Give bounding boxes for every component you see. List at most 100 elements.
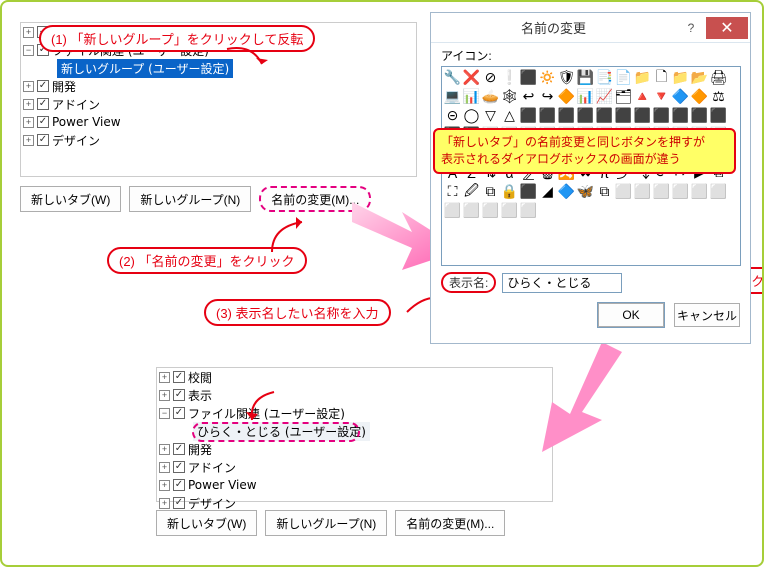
icon-option[interactable]: ⚖ <box>710 88 727 105</box>
tree-row[interactable]: +開発 <box>157 440 552 458</box>
icon-option[interactable]: 🔅 <box>539 69 556 86</box>
icon-option[interactable]: ⬜ <box>520 202 537 219</box>
tree-row[interactable]: −ファイル関連 (ユーザー設定) <box>157 404 552 422</box>
icon-option[interactable]: 🗂 <box>615 88 632 105</box>
help-button[interactable]: ? <box>676 17 706 39</box>
icon-option[interactable]: ⬜ <box>691 183 708 200</box>
icon-option[interactable]: ⬜ <box>615 183 632 200</box>
checkbox[interactable] <box>173 443 185 455</box>
icon-option[interactable]: ⬜ <box>482 202 499 219</box>
icon-option[interactable]: ⬛ <box>691 107 708 124</box>
icon-option[interactable]: ⬛ <box>710 107 727 124</box>
icon-option[interactable]: 🖉 <box>463 183 480 200</box>
icon-option[interactable]: 🔷 <box>558 183 575 200</box>
tree-row[interactable]: +アドイン <box>21 95 416 113</box>
expander-icon[interactable]: + <box>23 135 34 146</box>
icon-option[interactable]: ⧉ <box>482 183 499 200</box>
icon-option[interactable]: ⬜ <box>634 183 651 200</box>
icon-option[interactable]: 🗋 <box>653 69 670 86</box>
display-name-input[interactable] <box>502 273 622 293</box>
icon-option[interactable]: 📑 <box>596 69 613 86</box>
checkbox[interactable] <box>173 479 185 491</box>
tree-row[interactable]: +Power View <box>157 476 552 494</box>
icon-option[interactable]: 📈 <box>596 88 613 105</box>
checkbox[interactable] <box>37 98 49 110</box>
icon-option[interactable]: 🔺 <box>634 88 651 105</box>
icon-option[interactable]: 📄 <box>615 69 632 86</box>
ok-button[interactable]: OK <box>598 303 664 327</box>
tree-row[interactable]: +デザイン <box>21 131 416 149</box>
tree-row[interactable]: +Power View <box>21 113 416 131</box>
expander-icon[interactable]: + <box>23 81 34 92</box>
new-group-button[interactable]: 新しいグループ(N) <box>129 186 251 212</box>
icon-option[interactable]: ⬛ <box>577 107 594 124</box>
checkbox[interactable] <box>173 389 185 401</box>
icon-option[interactable]: 🦋 <box>577 183 594 200</box>
icon-option[interactable]: 🕸 <box>501 88 518 105</box>
icon-option[interactable]: ⧉ <box>596 183 613 200</box>
icon-option[interactable]: ⬛ <box>653 107 670 124</box>
icon-option[interactable]: 🔻 <box>653 88 670 105</box>
icon-option[interactable]: ▽ <box>482 107 499 124</box>
icon-option[interactable]: ❌ <box>463 69 480 86</box>
rename-button[interactable]: 名前の変更(M)... <box>395 510 505 536</box>
icon-option[interactable]: ⬛ <box>520 69 537 86</box>
icon-option[interactable]: 🖨 <box>710 69 727 86</box>
icon-option[interactable]: ⬜ <box>501 202 518 219</box>
checkbox[interactable] <box>173 497 185 509</box>
icon-option[interactable]: 🔒 <box>501 183 518 200</box>
expander-icon[interactable]: + <box>159 444 170 455</box>
icon-option[interactable]: ↩ <box>520 88 537 105</box>
tree-row[interactable]: +アドイン <box>157 458 552 476</box>
icon-option[interactable]: 🔷 <box>672 88 689 105</box>
expander-icon[interactable]: − <box>159 408 170 419</box>
new-group-button[interactable]: 新しいグループ(N) <box>265 510 387 536</box>
new-tab-button[interactable]: 新しいタブ(W) <box>20 186 121 212</box>
expander-icon[interactable]: − <box>23 45 34 56</box>
icon-option[interactable]: ⬛ <box>596 107 613 124</box>
icon-option[interactable]: ⬜ <box>653 183 670 200</box>
icon-option[interactable]: ⬛ <box>520 107 537 124</box>
icon-option[interactable]: 📁 <box>672 69 689 86</box>
icon-option[interactable]: ↪ <box>539 88 556 105</box>
icon-option[interactable]: ⬜ <box>463 202 480 219</box>
expander-icon[interactable]: + <box>23 99 34 110</box>
icon-option[interactable]: ⬛ <box>634 107 651 124</box>
icon-option[interactable]: ⛶ <box>444 183 461 200</box>
icon-option[interactable]: △ <box>501 107 518 124</box>
icon-option[interactable]: 📊 <box>463 88 480 105</box>
checkbox[interactable] <box>37 134 49 146</box>
icon-option[interactable]: ❕ <box>501 69 518 86</box>
checkbox[interactable] <box>173 461 185 473</box>
icon-option[interactable]: ⬜ <box>672 183 689 200</box>
icon-option[interactable]: ◯ <box>463 107 480 124</box>
icon-option[interactable]: 🛡 <box>558 69 575 86</box>
icon-option[interactable]: 📁 <box>634 69 651 86</box>
icon-option[interactable]: ⬛ <box>615 107 632 124</box>
icon-option[interactable]: 📂 <box>691 69 708 86</box>
icon-option[interactable]: ⊘ <box>482 69 499 86</box>
icon-option[interactable]: ⊝ <box>444 107 461 124</box>
icon-option[interactable]: 📊 <box>577 88 594 105</box>
new-tab-button[interactable]: 新しいタブ(W) <box>156 510 257 536</box>
icon-option[interactable]: 🔶 <box>558 88 575 105</box>
icon-option[interactable]: ⬛ <box>539 107 556 124</box>
checkbox[interactable] <box>173 407 185 419</box>
expander-icon[interactable]: + <box>159 372 170 383</box>
expander-icon[interactable]: + <box>23 27 34 38</box>
checkbox[interactable] <box>173 371 185 383</box>
tree-row-selected[interactable]: 新しいグループ (ユーザー設定) <box>21 59 416 77</box>
checkbox[interactable] <box>37 80 49 92</box>
icon-option[interactable]: 💾 <box>577 69 594 86</box>
icon-option[interactable]: 💻 <box>444 88 461 105</box>
close-button[interactable]: ✕ <box>706 17 748 39</box>
expander-icon[interactable]: + <box>159 480 170 491</box>
expander-icon[interactable]: + <box>159 498 170 509</box>
icon-option[interactable]: ⬛ <box>558 107 575 124</box>
icon-option[interactable]: 🔶 <box>691 88 708 105</box>
tree-row[interactable]: +校閲 <box>157 368 552 386</box>
tree-row[interactable]: +開発 <box>21 77 416 95</box>
icon-option[interactable]: ⬜ <box>710 183 727 200</box>
icon-option[interactable]: ⬛ <box>672 107 689 124</box>
icon-option[interactable]: ⬛ <box>520 183 537 200</box>
